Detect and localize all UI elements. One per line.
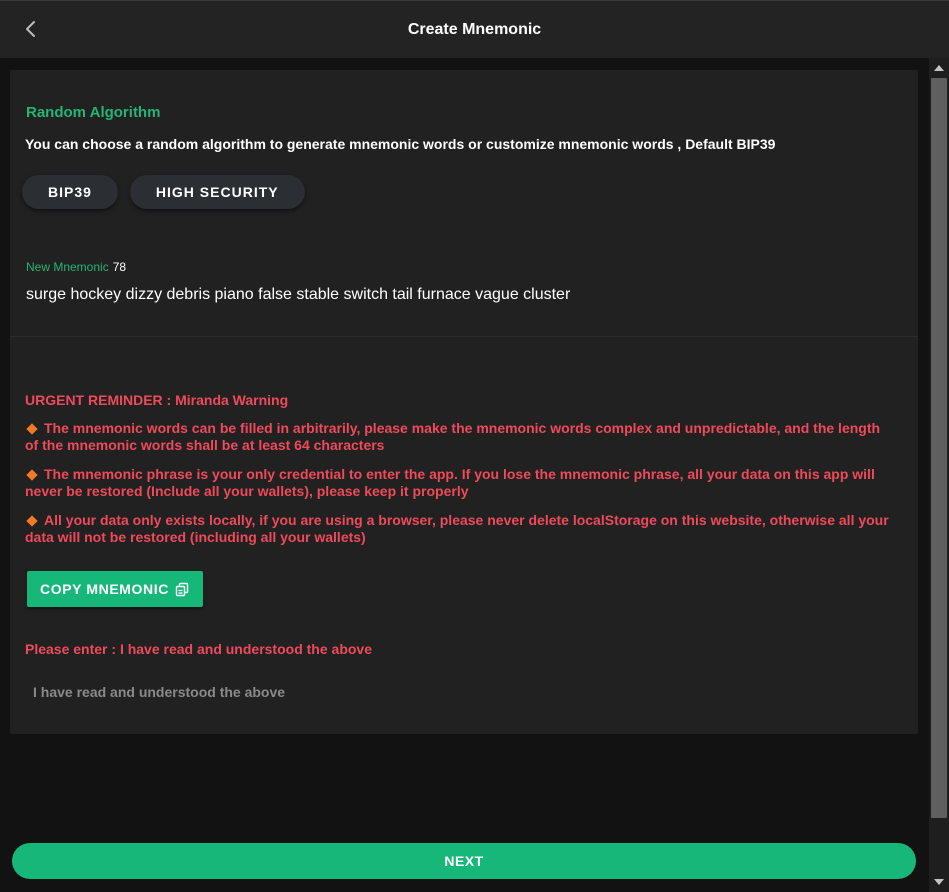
diamond-bullet-icon: [26, 469, 38, 481]
warning-item: The mnemonic words can be filled in arbi…: [25, 420, 895, 454]
mnemonic-length: 78: [112, 260, 127, 274]
diamond-bullet-icon: [26, 423, 38, 435]
warning-item-text: The mnemonic words can be filled in arbi…: [25, 420, 881, 453]
warning-title: URGENT REMINDER : Miranda Warning: [25, 392, 289, 408]
confirm-label: Please enter : I have read and understoo…: [25, 641, 372, 657]
back-button[interactable]: [16, 15, 44, 43]
content-scroll-area: Random Algorithm You can choose a random…: [0, 58, 929, 892]
warning-item: The mnemonic phrase is your only credent…: [25, 466, 895, 500]
copy-mnemonic-label: COPY MNEMONIC: [40, 581, 169, 597]
section-title: Random Algorithm: [26, 104, 161, 121]
warning-item-text: All your data only exists locally, if yo…: [25, 512, 889, 545]
mnemonic-words: surge hockey dizzy debris piano false st…: [26, 286, 571, 303]
bip39-button[interactable]: BIP39: [22, 175, 118, 209]
warning-item: All your data only exists locally, if yo…: [25, 512, 895, 546]
copy-icon: [175, 582, 190, 597]
scroll-down-arrow-icon[interactable]: [934, 879, 944, 885]
divider: [10, 336, 918, 337]
algorithm-options: BIP39 HIGH SECURITY: [22, 175, 305, 209]
diamond-bullet-icon: [26, 515, 38, 527]
section-description: You can choose a random algorithm to gen…: [25, 136, 776, 152]
chevron-left-icon: [26, 21, 35, 37]
high-security-button[interactable]: HIGH SECURITY: [129, 175, 305, 209]
scroll-thumb[interactable]: [931, 78, 947, 818]
warning-item-text: The mnemonic phrase is your only credent…: [25, 466, 875, 499]
scrollbar[interactable]: [929, 58, 949, 892]
mnemonic-card: Random Algorithm You can choose a random…: [10, 70, 918, 734]
confirm-input[interactable]: [26, 674, 886, 710]
mnemonic-label-text: New Mnemonic: [26, 260, 109, 274]
next-button[interactable]: NEXT: [12, 843, 916, 879]
scroll-up-arrow-icon[interactable]: [934, 65, 944, 71]
mnemonic-label: New Mnemonic 78: [26, 260, 126, 274]
copy-mnemonic-button[interactable]: COPY MNEMONIC: [27, 571, 203, 607]
page-title: Create Mnemonic: [407, 20, 542, 38]
app-header: Create Mnemonic: [0, 0, 949, 58]
